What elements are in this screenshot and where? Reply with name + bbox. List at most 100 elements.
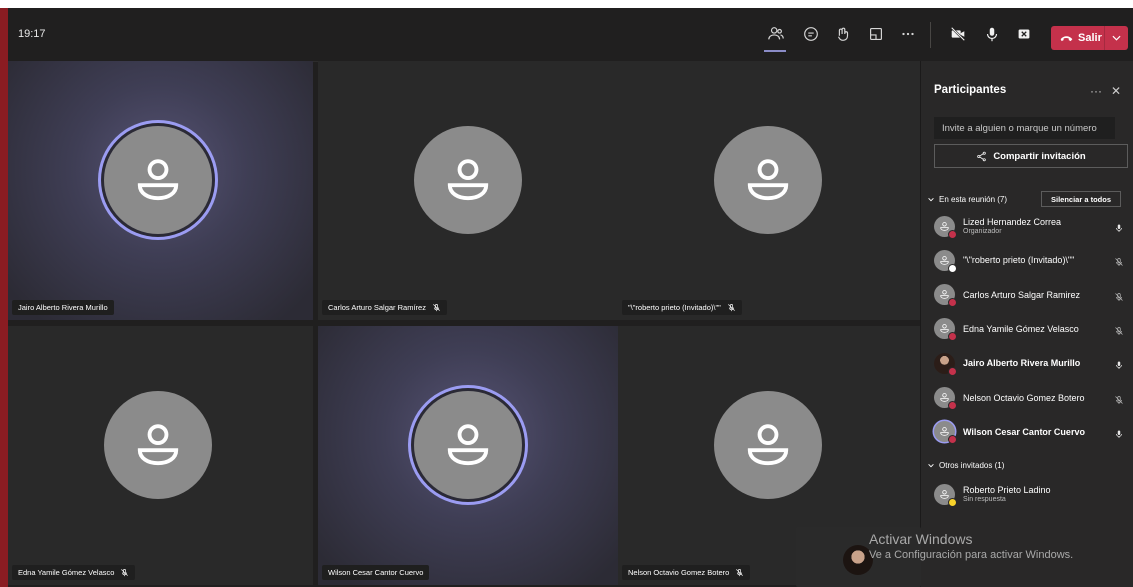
reactions-icon[interactable] — [831, 22, 855, 46]
participant-row[interactable]: Wilson Cesar Cantor Cuervo — [934, 417, 1124, 447]
participant-row[interactable]: Lized Hernandez Correa Organizador — [934, 211, 1124, 241]
participant-role: Organizador — [963, 228, 1002, 235]
panel-more-icon[interactable]: ··· — [1090, 84, 1102, 98]
presence-status-icon — [948, 401, 957, 410]
other-invitees-section-header[interactable]: Otros invitados (1) — [928, 461, 1004, 470]
person-icon — [742, 419, 794, 471]
mic-off-icon[interactable] — [1114, 392, 1124, 404]
mic-off-icon[interactable] — [1114, 289, 1124, 301]
tile-name: Nelson Octavio Gomez Botero — [628, 568, 730, 577]
mic-off-icon — [735, 568, 744, 577]
participant-row[interactable]: Carlos Arturo Salgar Ramirez — [934, 280, 1124, 310]
avatar — [414, 391, 522, 499]
avatar — [714, 391, 822, 499]
participants-panel: Participantes ··· ✕ Compartir invitación… — [920, 61, 1133, 587]
tile-name-tag: Jairo Alberto Rivera Murillo — [12, 300, 114, 315]
chat-icon[interactable] — [799, 22, 823, 46]
tile-name-tag: Wilson Cesar Cantor Cuervo — [322, 565, 430, 580]
participant-avatar — [934, 215, 957, 239]
avatar — [104, 391, 212, 499]
leave-options-chevron-icon[interactable] — [1104, 26, 1128, 50]
participant-avatar — [934, 318, 957, 342]
presence-status-icon — [948, 229, 957, 239]
left-edge-bar — [0, 8, 8, 587]
video-tile[interactable]: Wilson Cesar Cantor Cuervo — [318, 326, 623, 585]
video-stage: Jairo Alberto Rivera Murillo Carlos Artur… — [8, 61, 923, 587]
panel-close-icon[interactable]: ✕ — [1111, 84, 1121, 98]
invite-input[interactable] — [934, 117, 1115, 139]
person-icon — [742, 154, 794, 206]
participant-row[interactable]: Roberto Prieto Ladino Sin respuesta — [934, 479, 1124, 509]
presence-status-icon — [948, 366, 957, 376]
participant-name: Edna Yamile Gómez Velasco — [963, 323, 1079, 334]
tile-name-tag: Carlos Arturo Salgar Ramírez — [322, 300, 447, 315]
participant-avatar — [934, 421, 957, 445]
share-invitation-label: Compartir invitación — [993, 150, 1086, 162]
participant-avatar — [934, 284, 957, 308]
video-tile[interactable]: Jairo Alberto Rivera Murillo — [8, 61, 313, 320]
participant-name: Roberto Prieto Ladino — [963, 485, 1051, 495]
presence-status-icon — [948, 435, 957, 445]
meeting-toolbar: 19:17 Salir — [8, 8, 1133, 62]
mic-off-icon[interactable] — [1114, 323, 1124, 335]
person-icon — [939, 221, 950, 232]
participants-active-underline — [764, 50, 786, 52]
mic-off-icon — [432, 303, 441, 312]
mic-icon[interactable] — [1114, 220, 1124, 232]
person-icon — [442, 419, 494, 471]
participant-avatar — [934, 352, 957, 376]
watermark-subtitle: Ve a Configuración para activar Windows. — [869, 549, 1074, 561]
mic-icon[interactable] — [1114, 426, 1124, 438]
leave-label: Salir — [1078, 32, 1102, 44]
participant-name: Lized Hernandez Correa — [963, 217, 1062, 227]
presence-status-icon — [948, 332, 957, 342]
more-icon[interactable] — [896, 22, 920, 46]
in-meeting-label: En esta reunión (7) — [939, 195, 1008, 204]
mute-all-button[interactable]: Silenciar a todos — [1041, 191, 1121, 207]
participant-name: Carlos Arturo Salgar Ramirez — [963, 289, 1081, 300]
presence-status-icon — [948, 497, 957, 507]
share-invitation-button[interactable]: Compartir invitación — [934, 144, 1128, 168]
other-invitees-label: Otros invitados (1) — [939, 461, 1005, 470]
video-tile[interactable]: Carlos Arturo Salgar Ramírez — [318, 61, 623, 320]
mic-off-icon[interactable] — [1114, 254, 1124, 267]
participant-row[interactable]: Edna Yamile Gómez Velasco — [934, 314, 1124, 344]
mic-icon[interactable] — [1114, 357, 1124, 370]
participant-role: Sin respuesta — [963, 496, 1006, 503]
person-icon — [939, 255, 950, 266]
video-tile[interactable]: "\"roberto prieto (Invitado)\"" — [618, 61, 923, 320]
participant-avatar — [934, 249, 957, 273]
participant-avatar — [934, 387, 957, 410]
share-screen-icon[interactable] — [1012, 22, 1036, 46]
leave-button[interactable]: Salir — [1051, 26, 1128, 50]
mic-off-icon — [120, 568, 129, 577]
window-top-edge — [0, 0, 1133, 8]
share-tray-icon[interactable] — [864, 22, 888, 46]
participant-row[interactable]: "\"roberto prieto (Invitado)\"" — [934, 245, 1124, 275]
collapse-chevron-icon — [928, 463, 934, 468]
participant-row[interactable]: Jairo Alberto Rivera Murillo — [934, 348, 1124, 378]
participant-name: Wilson Cesar Cantor Cuervo — [963, 426, 1085, 437]
camera-off-icon[interactable] — [946, 22, 970, 46]
meeting-clock: 19:17 — [18, 28, 46, 40]
avatar — [414, 126, 522, 234]
windows-activation-watermark: Activar Windows Ve a Configuración para … — [869, 531, 1073, 561]
person-icon — [132, 154, 184, 206]
video-tile[interactable]: Edna Yamile Gómez Velasco — [8, 326, 313, 585]
presence-status-icon — [948, 298, 957, 308]
participants-icon[interactable] — [764, 22, 788, 46]
in-meeting-section-header[interactable]: En esta reunión (7) — [928, 195, 1007, 204]
participant-row[interactable]: Nelson Octavio Gomez Botero — [934, 383, 1124, 413]
avatar — [104, 126, 212, 234]
mic-icon[interactable] — [980, 22, 1004, 46]
tile-name: Wilson Cesar Cantor Cuervo — [328, 568, 424, 577]
watermark-title: Activar Windows — [869, 531, 973, 547]
participant-avatar — [934, 483, 957, 507]
presence-status-icon — [948, 263, 957, 273]
participant-name: Nelson Octavio Gomez Botero — [963, 392, 1085, 403]
tile-name-tag: "\"roberto prieto (Invitado)\"" — [622, 300, 742, 315]
person-icon — [442, 154, 494, 206]
tile-name: Carlos Arturo Salgar Ramírez — [328, 303, 426, 312]
collapse-chevron-icon — [928, 197, 934, 202]
tile-name-tag: Nelson Octavio Gomez Botero — [622, 565, 751, 580]
